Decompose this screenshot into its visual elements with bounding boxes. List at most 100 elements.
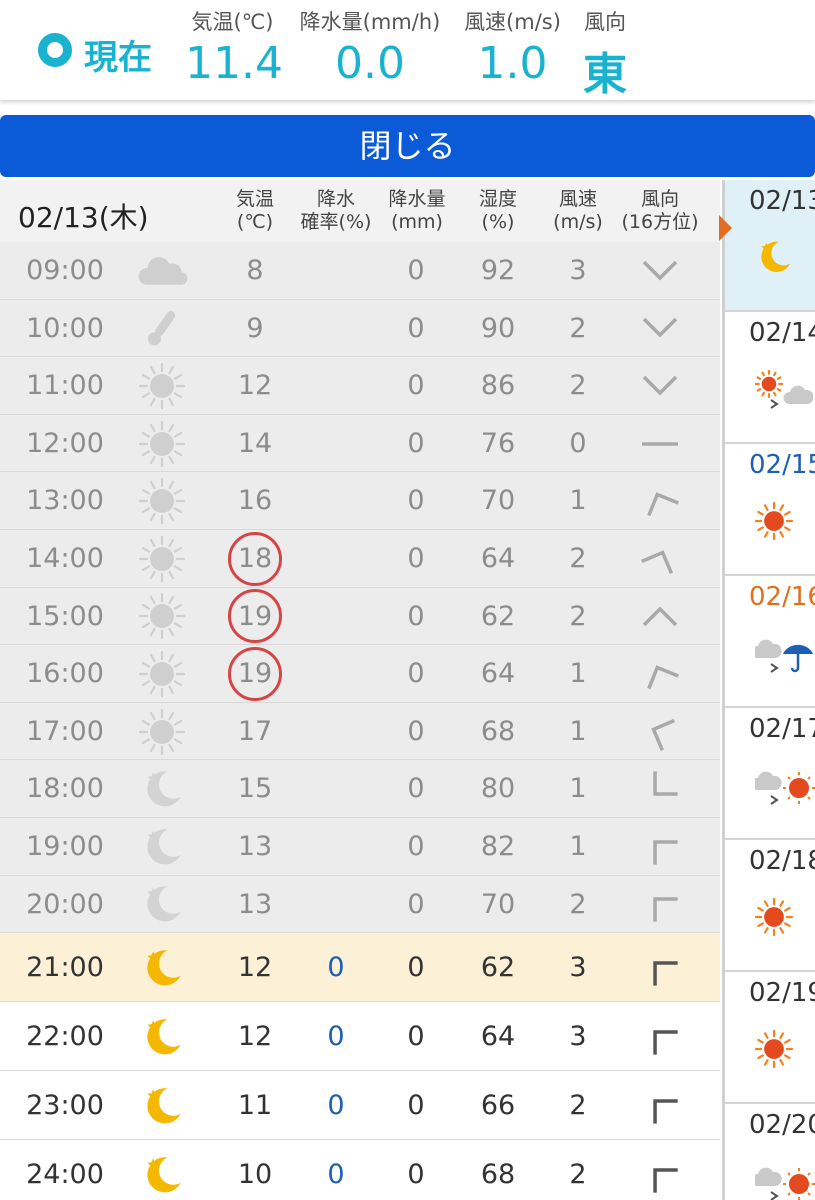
daily-forecast-item[interactable]: 02/17 bbox=[725, 708, 815, 840]
row-wind-speed: 3 bbox=[569, 1021, 587, 1053]
table-date-title: 02/13(木) bbox=[18, 201, 149, 234]
row-wind-speed: 1 bbox=[569, 715, 587, 747]
sun-icon bbox=[754, 897, 794, 940]
table-row: 21:00 12 0 0 62 3 bbox=[0, 933, 720, 1003]
wind-direction-arrow-icon bbox=[620, 415, 700, 473]
row-humidity: 82 bbox=[480, 831, 516, 862]
current-temperature-value: 11.4 bbox=[185, 38, 283, 89]
table-row: 20:00 13 0 70 2 bbox=[0, 875, 720, 934]
row-precip-amount: 0 bbox=[407, 1090, 425, 1122]
wind-direction-arrow-icon bbox=[620, 645, 700, 703]
current-wind-direction-header: 風向 bbox=[584, 10, 626, 34]
table-row: 24:00 10 0 0 68 2 bbox=[0, 1140, 720, 1200]
row-wind-speed: 2 bbox=[569, 600, 587, 632]
current-wind-direction-value: 東 bbox=[583, 49, 627, 100]
row-precip-amount: 0 bbox=[407, 543, 425, 574]
header-precip-amount: 降水量 (mm) bbox=[388, 188, 446, 233]
table-row: 16:00 19 0 64 1 bbox=[0, 645, 720, 703]
hourly-forecast-table: 02/13(木) 気温 (℃) 降水 確率(%) 降水量 (mm) 湿度 (%)… bbox=[0, 180, 720, 1200]
temperature-highlight-circle bbox=[228, 531, 282, 586]
wind-direction-arrow-icon bbox=[620, 242, 700, 300]
daily-date: 02/15 bbox=[749, 450, 815, 480]
sun-to-cloud-icon bbox=[754, 369, 814, 414]
wind-direction-arrow-icon bbox=[620, 933, 700, 1002]
current-precipitation-header: 降水量(mm/h) bbox=[299, 10, 441, 34]
daily-date: 02/20 bbox=[749, 1110, 815, 1140]
sun-icon bbox=[754, 501, 794, 544]
table-row: 12:00 14 0 76 0 bbox=[0, 414, 720, 473]
row-wind-speed: 3 bbox=[569, 255, 587, 286]
wind-direction-arrow-icon bbox=[620, 472, 700, 530]
row-time: 12:00 bbox=[26, 427, 104, 459]
temperature-highlight-circle bbox=[228, 589, 282, 644]
moon-icon bbox=[132, 1071, 192, 1140]
row-precip-probability bbox=[296, 818, 376, 876]
row-temperature: 12 bbox=[237, 370, 273, 402]
row-precip-probability bbox=[296, 357, 376, 415]
row-time: 10:00 bbox=[26, 312, 104, 344]
daily-date: 02/16 bbox=[749, 582, 815, 612]
temperature-highlight-circle bbox=[228, 646, 282, 701]
row-humidity: 64 bbox=[480, 658, 516, 690]
daily-forecast-item[interactable]: 02/16 bbox=[725, 576, 815, 708]
daily-forecast-item[interactable]: 02/15 bbox=[725, 444, 815, 576]
current-label: 現在 bbox=[84, 38, 152, 78]
row-temperature: 14 bbox=[237, 427, 273, 459]
row-wind-speed: 1 bbox=[569, 831, 587, 862]
row-time: 11:00 bbox=[26, 370, 104, 402]
row-precip-amount: 0 bbox=[407, 312, 425, 344]
row-wind-speed: 1 bbox=[569, 773, 587, 805]
row-precip-probability bbox=[296, 645, 376, 703]
row-wind-speed: 1 bbox=[569, 485, 587, 517]
row-time: 14:00 bbox=[26, 543, 104, 574]
row-precip-probability bbox=[296, 876, 376, 934]
row-time: 09:00 bbox=[26, 255, 104, 286]
row-humidity: 64 bbox=[480, 1021, 516, 1053]
wind-direction-arrow-icon bbox=[620, 300, 700, 358]
moon-icon bbox=[755, 238, 793, 280]
cloud-to-umbrella-icon bbox=[751, 634, 815, 682]
wind-direction-arrow-icon bbox=[620, 760, 700, 818]
selected-day-marker bbox=[719, 215, 732, 241]
table-row: 15:00 19 0 62 2 bbox=[0, 587, 720, 646]
wind-direction-arrow-icon bbox=[620, 1071, 700, 1140]
row-time: 24:00 bbox=[26, 1159, 104, 1191]
row-humidity: 68 bbox=[480, 1159, 516, 1191]
daily-forecast-item[interactable]: 02/13 bbox=[725, 180, 815, 312]
table-row: 22:00 12 0 0 64 3 bbox=[0, 1002, 720, 1072]
row-wind-speed: 1 bbox=[569, 658, 587, 690]
row-humidity: 90 bbox=[480, 312, 516, 344]
row-humidity: 70 bbox=[480, 485, 516, 517]
table-row: 09:00 8 0 92 3 bbox=[0, 242, 720, 300]
row-precip-probability: 0 bbox=[327, 1021, 345, 1053]
daily-forecast-item[interactable]: 02/18 bbox=[725, 840, 815, 972]
row-humidity: 64 bbox=[480, 543, 516, 574]
daily-forecast-list: 02/13 02/14 02/15 02/16 02/17 02/18 02/19 0… bbox=[722, 180, 815, 1200]
sun-icon bbox=[132, 703, 192, 761]
row-temperature: 11 bbox=[237, 1090, 273, 1122]
current-precipitation-value: 0.0 bbox=[335, 38, 405, 89]
row-temperature: 13 bbox=[237, 888, 273, 920]
row-precip-amount: 0 bbox=[407, 773, 425, 805]
sun-icon bbox=[132, 645, 192, 703]
row-temperature: 12 bbox=[237, 952, 273, 984]
row-precip-amount: 0 bbox=[407, 658, 425, 690]
row-precip-probability bbox=[296, 530, 376, 588]
daily-forecast-item[interactable]: 02/14 bbox=[725, 312, 815, 444]
row-precip-probability bbox=[296, 415, 376, 473]
daily-date: 02/17 bbox=[749, 714, 815, 744]
daily-date: 02/18 bbox=[749, 846, 815, 876]
row-precip-probability: 0 bbox=[327, 952, 345, 984]
close-button[interactable]: 閉じる bbox=[0, 115, 815, 177]
wind-direction-arrow-icon bbox=[620, 1140, 700, 1200]
row-temperature: 17 bbox=[237, 715, 273, 747]
row-time: 23:00 bbox=[26, 1090, 104, 1122]
daily-forecast-item[interactable]: 02/20 bbox=[725, 1104, 815, 1200]
row-wind-speed: 0 bbox=[569, 427, 587, 459]
header-wind-speed: 風速 (m/s) bbox=[553, 188, 603, 233]
daily-forecast-item[interactable]: 02/19 bbox=[725, 972, 815, 1104]
row-time: 20:00 bbox=[26, 888, 104, 920]
table-header: 02/13(木) 気温 (℃) 降水 確率(%) 降水量 (mm) 湿度 (%)… bbox=[0, 180, 720, 242]
row-precip-probability bbox=[296, 242, 376, 300]
row-temperature: 13 bbox=[237, 831, 273, 862]
